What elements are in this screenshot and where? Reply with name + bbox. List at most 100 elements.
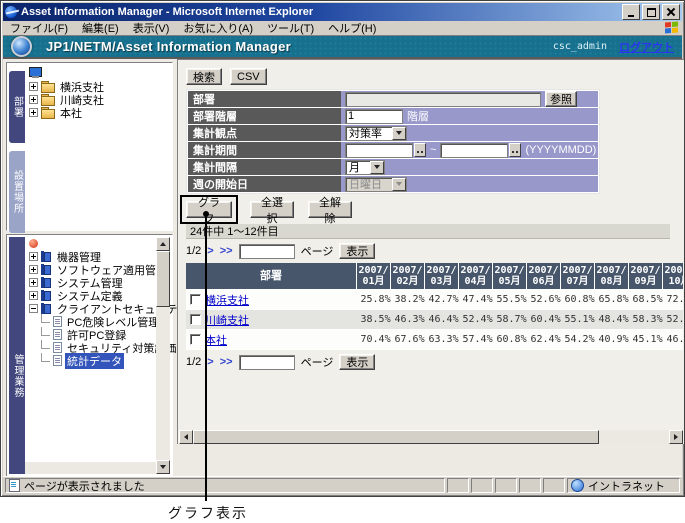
logout-link[interactable]: ログアウト — [619, 39, 674, 55]
csv-button[interactable]: CSV — [230, 68, 267, 85]
page-number-input[interactable] — [239, 244, 295, 259]
calendar-picker-icon[interactable] — [414, 143, 426, 157]
expand-toggle-icon[interactable] — [29, 95, 38, 104]
page-icon — [53, 355, 62, 366]
month-header-line1: 2007/ — [391, 265, 424, 276]
tree-item[interactable]: 川崎支社 — [29, 93, 170, 106]
expand-toggle-icon[interactable] — [29, 82, 38, 91]
intranet-globe-icon — [571, 479, 584, 492]
show-button[interactable]: 表示 — [339, 243, 375, 259]
scroll-left-button[interactable] — [179, 430, 193, 444]
scrollbar-thumb[interactable] — [156, 251, 170, 307]
month-header-line2: 10月 — [663, 276, 683, 287]
tree-item-label[interactable]: 統計データ — [65, 353, 124, 369]
table-row: 横浜支社25.8%38.2%42.7%47.4%55.5%52.6%60.8%6… — [186, 290, 683, 310]
minimize-button[interactable] — [622, 4, 640, 20]
close-icon — [667, 8, 675, 16]
value-cell: 55.5% — [493, 290, 527, 310]
expand-toggle-icon[interactable] — [29, 291, 38, 300]
restore-button[interactable] — [642, 4, 660, 20]
last-page-link[interactable]: >> — [220, 356, 233, 368]
value-cell: 68.5% — [629, 290, 663, 310]
expand-toggle-icon[interactable] — [29, 252, 38, 261]
search-button[interactable]: 検索 — [186, 68, 222, 85]
row-checkbox[interactable] — [190, 334, 201, 345]
tab-management-tasks[interactable]: 管理業務 — [9, 237, 25, 474]
tab-department[interactable]: 部署 — [9, 71, 25, 143]
dept-link[interactable]: 川崎支社 — [205, 312, 249, 328]
dropdown-arrow-icon — [392, 127, 406, 140]
expand-toggle-icon[interactable] — [29, 304, 38, 313]
callout-label: グラフ表示 — [168, 503, 248, 523]
dept-link[interactable]: 横浜支社 — [205, 292, 249, 308]
task-tree-hscrollbar[interactable] — [25, 462, 156, 474]
row-checkbox[interactable] — [190, 294, 201, 305]
show-button[interactable]: 表示 — [339, 354, 375, 370]
folder-icon — [41, 81, 55, 92]
task-tree: 機器管理ソフトウェア適用管理システム管理システム定義クライアントセキュリティ管理… — [29, 239, 156, 367]
menu-item[interactable]: 編集(E) — [75, 19, 126, 37]
dept-input[interactable] — [345, 92, 541, 107]
tree-item[interactable]: 本社 — [29, 106, 170, 119]
expand-toggle-icon[interactable] — [29, 108, 38, 117]
row-checkbox[interactable] — [190, 314, 201, 325]
graph-button[interactable]: グラフ — [186, 201, 232, 218]
arrow-left-icon — [184, 434, 188, 440]
page-number-input[interactable] — [239, 355, 295, 370]
page-icon — [53, 342, 62, 353]
month-header-line1: 2007/ — [629, 265, 662, 276]
select-all-button[interactable]: 全選択 — [250, 201, 294, 218]
calendar-picker-icon[interactable] — [509, 143, 521, 157]
content-area: 部署 設置場所 横浜支社川崎支社本社 管理業務 機器管理ソフトウェア適用管理シス… — [3, 59, 682, 479]
month-column-header: 2007/05月 — [493, 263, 527, 290]
expand-toggle-icon[interactable] — [29, 265, 38, 274]
menu-item[interactable]: ツール(T) — [260, 19, 321, 37]
next-page-link[interactable]: > — [207, 356, 213, 368]
book-icon — [41, 251, 52, 262]
scrollbar-thumb[interactable] — [193, 430, 599, 444]
scroll-right-button[interactable] — [669, 430, 683, 444]
menu-item[interactable]: お気に入り(A) — [176, 19, 260, 37]
dept-level-input[interactable] — [345, 109, 403, 124]
month-header-line1: 2007/ — [595, 265, 628, 276]
next-page-link[interactable]: > — [207, 245, 213, 257]
value-cell: 45.1% — [629, 330, 663, 350]
value-cell: 46.9% — [663, 330, 684, 350]
menu-item[interactable]: 表示(V) — [126, 19, 177, 37]
scroll-down-button[interactable] — [156, 460, 170, 474]
interval-value: 月 — [346, 159, 370, 175]
viewpoint-select[interactable]: 対策率 — [345, 126, 407, 141]
last-page-link[interactable]: >> — [220, 245, 233, 257]
scroll-up-button[interactable] — [156, 237, 170, 251]
browse-button[interactable]: 参照 — [545, 91, 577, 107]
tab-location[interactable]: 設置場所 — [9, 151, 25, 233]
value-cell: 60.8% — [561, 290, 595, 310]
month-header-line2: 01月 — [357, 276, 390, 287]
status-cell — [447, 478, 469, 493]
month-column-header: 2007/07月 — [561, 263, 595, 290]
month-column-header: 2007/10月 — [663, 263, 684, 290]
period-from-input[interactable] — [345, 143, 413, 158]
close-button[interactable] — [662, 4, 680, 20]
results-area: 24件中 1〜12件目 1/2 > >> ページ 表示 部署2007/01月20… — [186, 224, 683, 374]
month-header-line1: 2007/ — [493, 265, 526, 276]
clear-all-button[interactable]: 全解除 — [308, 201, 352, 218]
menu-items: ファイル(F)編集(E)表示(V)お気に入り(A)ツール(T)ヘルプ(H) — [3, 19, 383, 37]
menu-item[interactable]: ヘルプ(H) — [321, 19, 383, 37]
ie-icon — [5, 6, 17, 18]
month-header-line1: 2007/ — [357, 265, 390, 276]
month-header-line2: 02月 — [391, 276, 424, 287]
value-cell: 52.6% — [527, 290, 561, 310]
expand-toggle-icon[interactable] — [29, 278, 38, 287]
menu-item[interactable]: ファイル(F) — [3, 19, 75, 37]
dept-link[interactable]: 本社 — [205, 332, 227, 348]
task-tree-scrollbar[interactable] — [156, 237, 170, 474]
status-cell — [543, 478, 565, 493]
interval-select[interactable]: 月 — [345, 160, 385, 175]
period-to-input[interactable] — [440, 143, 508, 158]
value-cell: 72.6% — [663, 290, 684, 310]
main-hscrollbar[interactable] — [179, 430, 683, 444]
tree-item[interactable]: 統計データ — [29, 354, 156, 367]
window-title: Asset Information Manager - Microsoft In… — [21, 6, 622, 18]
month-header-line2: 03月 — [425, 276, 458, 287]
